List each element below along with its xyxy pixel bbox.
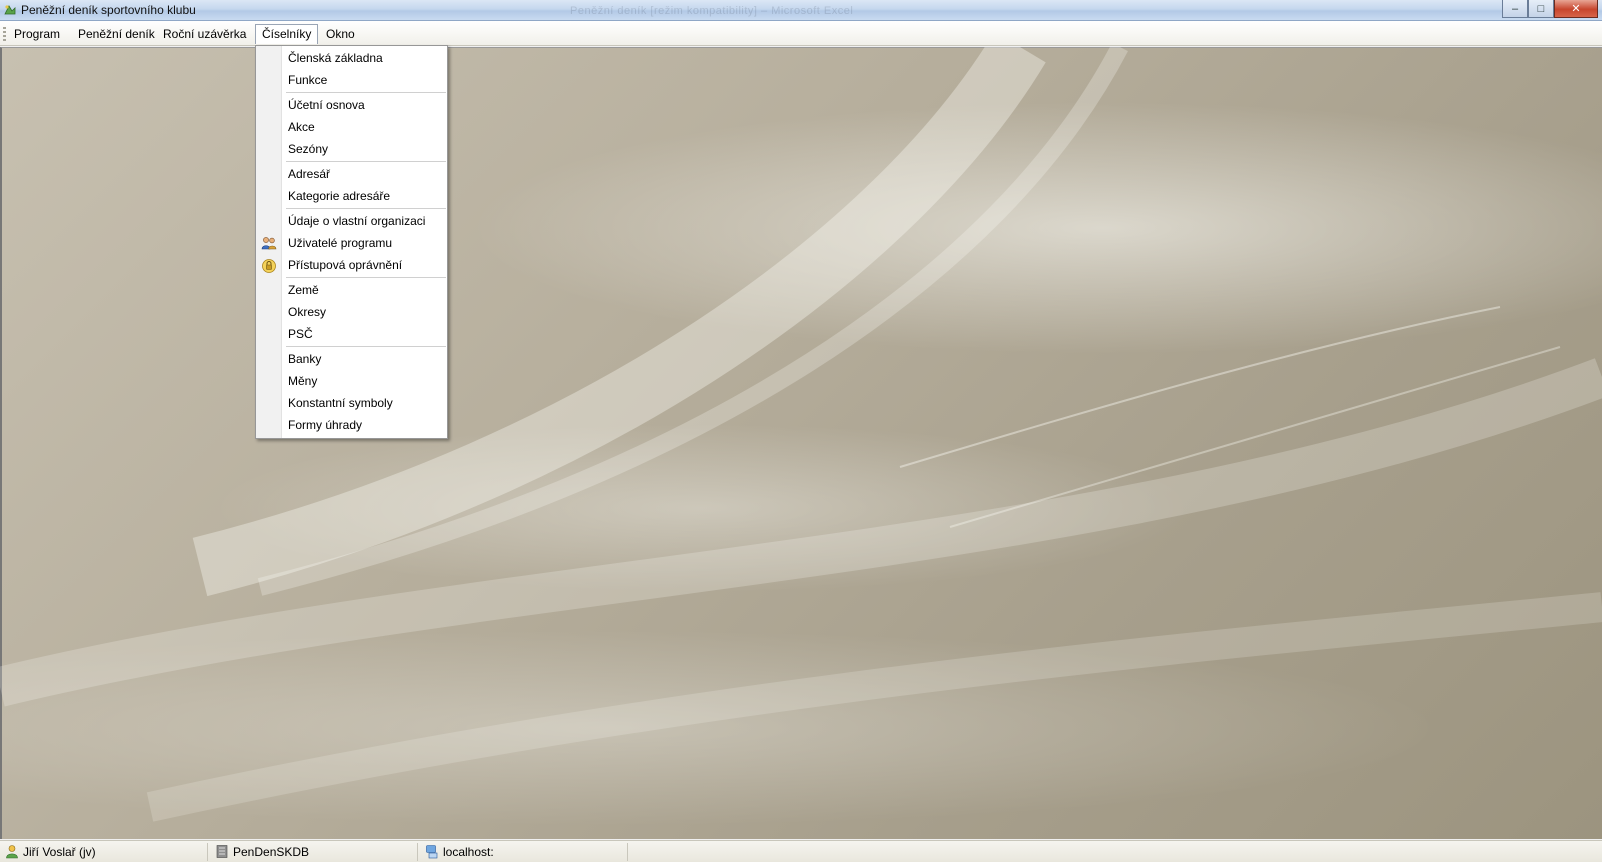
users-icon (261, 237, 277, 250)
menu-separator (286, 92, 446, 93)
menu-item-label: Akce (288, 120, 315, 134)
maximize-button[interactable]: □ (1528, 0, 1554, 18)
menu-item-label: Funkce (288, 73, 328, 87)
menu-item-pristupova-opravneni[interactable]: Přístupová oprávnění (256, 254, 447, 276)
menu-program[interactable]: Program (8, 24, 66, 44)
menu-separator (286, 208, 446, 209)
menu-item-okresy[interactable]: Okresy (256, 301, 447, 323)
menu-item-formy-uhrady[interactable]: Formy úhrady (256, 414, 447, 436)
menu-item-label: Účetní osnova (288, 98, 365, 112)
status-bar: Jiří Voslař (jv) PenDenSKDB localhost: (0, 840, 1602, 862)
menu-item-konstantni-symboly[interactable]: Konstantní symboly (256, 392, 447, 414)
menu-item-zeme[interactable]: Země (256, 279, 447, 301)
status-server: localhost: (443, 845, 494, 859)
menu-item-label: Banky (288, 352, 322, 366)
close-button[interactable]: ✕ (1554, 0, 1598, 18)
status-database: PenDenSKDB (233, 845, 310, 859)
menu-item-label: Země (288, 283, 319, 297)
menu-item-uzivatele-programu[interactable]: Uživatelé programu (256, 232, 447, 254)
menu-item-meny[interactable]: Měny (256, 370, 447, 392)
background-swoosh (0, 47, 1602, 822)
menu-item-label: Měny (288, 374, 318, 388)
menu-item-udaje-organizace[interactable]: Údaje o vlastní organizaci (256, 210, 447, 232)
title-bar: Peněžní deník sportovního klubu Peněžní … (0, 0, 1602, 21)
menu-item-label: Adresář (288, 167, 331, 181)
minimize-button[interactable]: – (1502, 0, 1528, 18)
lock-icon (262, 259, 276, 273)
menu-item-akce[interactable]: Akce (256, 116, 447, 138)
window-controls: – □ ✕ (1502, 0, 1598, 18)
menu-item-label: Přístupová oprávnění (288, 258, 403, 272)
menu-item-sezony[interactable]: Sezóny (256, 138, 447, 160)
menu-separator (286, 161, 446, 162)
menu-item-psc[interactable]: PSČ (256, 323, 447, 345)
menu-item-kategorie-adresare[interactable]: Kategorie adresáře (256, 185, 447, 207)
menu-separator (286, 277, 446, 278)
menu-separator (286, 346, 446, 347)
ciselniky-dropdown: Členská základna Funkce Účetní osnova Ak… (255, 45, 448, 439)
close-icon: ✕ (1571, 3, 1581, 15)
menu-item-label: Kategorie adresáře (288, 189, 391, 203)
menu-item-ucetni-osnova[interactable]: Účetní osnova (256, 94, 447, 116)
menu-item-label: Formy úhrady (288, 418, 363, 432)
server-icon (426, 845, 438, 859)
menu-rocni-uzaverka[interactable]: Roční uzávěrka (157, 24, 252, 44)
minimize-icon: – (1511, 2, 1519, 15)
status-user-panel: Jiří Voslař (jv) (2, 843, 208, 861)
menu-item-label: Uživatelé programu (288, 236, 393, 250)
menu-bar: Program Peněžní deník Roční uzávěrka Čís… (0, 21, 1602, 46)
app-icon (4, 5, 16, 15)
menu-grip-icon[interactable] (3, 27, 6, 41)
window-title: Peněžní deník sportovního klubu (21, 3, 196, 17)
status-server-panel: localhost: (422, 843, 628, 861)
menu-item-label: PSČ (288, 327, 313, 341)
menu-item-label: Sezóny (288, 142, 329, 156)
menu-okno[interactable]: Okno (320, 24, 361, 44)
status-database-panel: PenDenSKDB (212, 843, 418, 861)
status-user: Jiří Voslař (jv) (23, 845, 96, 859)
menu-item-label: Konstantní symboly (288, 396, 393, 410)
menu-item-clenska-zakladna[interactable]: Členská základna (256, 47, 447, 69)
menu-item-banky[interactable]: Banky (256, 348, 447, 370)
menu-item-label: Údaje o vlastní organizaci (288, 214, 426, 228)
menu-item-label: Členská základna (288, 51, 383, 65)
user-icon (6, 845, 18, 859)
maximize-icon: □ (1537, 2, 1545, 15)
menu-item-adresar[interactable]: Adresář (256, 163, 447, 185)
menu-item-label: Okresy (288, 305, 327, 319)
database-icon (216, 845, 228, 858)
window-ghost-title: Peněžní deník [režim kompatibility] – Mi… (570, 5, 854, 17)
menu-penezni-denik[interactable]: Peněžní deník (72, 24, 161, 44)
menu-item-funkce[interactable]: Funkce (256, 69, 447, 91)
menu-ciselniky[interactable]: Číselníky (255, 24, 319, 44)
